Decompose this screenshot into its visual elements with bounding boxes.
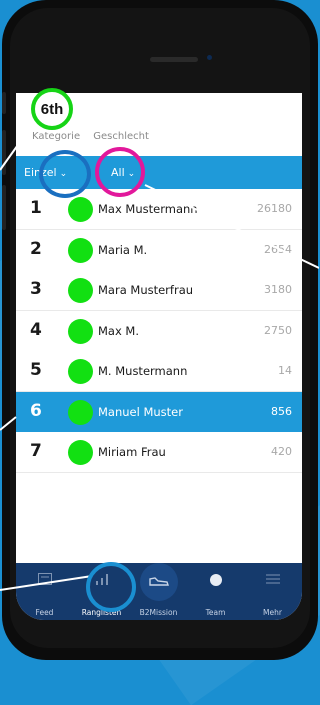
ranking-row[interactable]: 2 Maria M. 2654: [16, 229, 302, 271]
geschlecht-highlight-ring: [95, 147, 145, 197]
rank-number: 1: [30, 198, 42, 218]
player-name: M. Mustermann: [98, 364, 188, 378]
ranking-row[interactable]: 5 M. Mustermann 14: [16, 351, 302, 392]
team-icon: [209, 573, 223, 591]
player-name: Max M.: [98, 323, 140, 338]
ranking-row[interactable]: 4 Max M. 2750: [16, 310, 302, 352]
bottom-tab-bar: Feed Ranglisten B2Mission Team Mehr: [16, 563, 302, 620]
feed-icon: [37, 573, 52, 589]
player-name: Maria M.: [98, 242, 148, 257]
player-name: Max Mustermann: [98, 202, 198, 216]
tab-team-label: Team: [205, 608, 226, 617]
player-points: 2750: [264, 323, 292, 337]
player-points: 14: [278, 364, 292, 377]
phone-side-button: [2, 130, 6, 175]
menu-icon: [265, 573, 280, 589]
tab-mehr-label: Mehr: [263, 608, 282, 617]
ranking-row[interactable]: 6 Manuel Muster 856: [16, 391, 302, 432]
rank-number: 5: [30, 360, 42, 380]
player-points: 26180: [257, 202, 292, 215]
rank-number: 6: [30, 400, 42, 421]
player-points: 2654: [264, 242, 292, 256]
rank-number: 3: [30, 279, 42, 299]
tab-feed-label: Feed: [35, 608, 54, 617]
filter-labels: Kategorie Geschlecht: [32, 131, 159, 142]
avatar: [68, 318, 93, 344]
player-name: Manuel Muster: [98, 404, 183, 419]
phone-side-button: [2, 185, 6, 230]
avatar: [68, 237, 93, 263]
player-name: Mara Musterfrau: [98, 283, 194, 297]
phone-side-button: [2, 92, 6, 114]
avatar: [68, 359, 93, 384]
rank-number: 7: [30, 441, 42, 461]
tab-b2mission-label: B2Mission: [139, 608, 178, 617]
rank-number: 2: [30, 238, 42, 259]
geschlecht-label: Geschlecht: [93, 131, 149, 142]
avatar: [68, 278, 93, 303]
player-points: 856: [271, 404, 292, 418]
player-points: 3180: [264, 283, 292, 296]
avatar: [68, 399, 93, 425]
phone-camera: [207, 55, 212, 60]
ranking-row[interactable]: 7 Miriam Frau 420: [16, 432, 302, 473]
ranking-row[interactable]: 3 Mara Musterfrau 3180: [16, 270, 302, 311]
tab-team[interactable]: Team: [187, 563, 244, 620]
rank-badge: 6th: [31, 88, 73, 130]
kategorie-highlight-ring: [39, 150, 91, 198]
kategorie-label: Kategorie: [32, 131, 81, 142]
tab-mehr[interactable]: Mehr: [244, 563, 301, 620]
rank-number: 4: [30, 319, 42, 340]
player-name: Miriam Frau: [98, 445, 166, 459]
phone-speaker: [150, 57, 198, 62]
tab-b2mission[interactable]: B2Mission: [130, 563, 187, 620]
avatar: [68, 440, 93, 465]
player-points: 420: [271, 445, 292, 458]
avatar: [68, 197, 93, 222]
shoe-icon: [139, 563, 178, 601]
ranglisten-highlight-ring: [86, 562, 136, 612]
tab-feed[interactable]: Feed: [16, 563, 73, 620]
